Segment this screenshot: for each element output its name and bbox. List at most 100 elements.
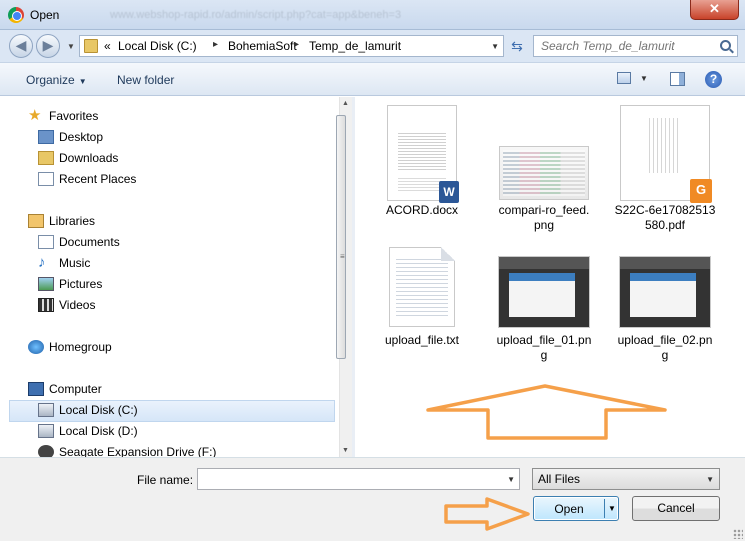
arrow-left-icon: ◀ [15,37,27,53]
file-item[interactable]: upload_file_02.pn g [610,247,720,377]
file-name-continued: png [533,218,555,232]
file-name-continued: g [661,348,669,362]
file-item[interactable]: upload_file.txt [367,247,477,357]
nav-item-desktop[interactable]: Desktop [38,128,238,148]
split-divider [604,499,605,518]
nav-item-homegroup[interactable]: Homegroup [28,338,228,358]
refresh-button[interactable]: ⇆ [506,35,528,57]
chevron-right-icon[interactable]: ▸ [294,39,299,50]
file-item[interactable]: compari-ro_feed. png [489,105,599,235]
screenshot-bar [620,257,710,269]
nav-item-libraries[interactable]: Libraries [28,212,228,232]
documents-icon [38,235,54,249]
file-name: upload_file_01.pn [496,333,592,347]
chevron-right-icon[interactable]: ▸ [213,39,218,50]
cancel-button[interactable]: Cancel [632,496,720,521]
file-item[interactable]: upload_file_01.pn g [489,247,599,377]
nav-item-videos[interactable]: Videos [38,296,238,316]
downloads-folder-icon [38,151,54,165]
nav-label: Music [59,256,91,270]
scroll-down-icon[interactable]: ▼ [342,447,349,454]
forward-button[interactable]: ▶ [36,34,60,58]
page-fold-icon [441,247,455,261]
view-options-dropdown[interactable]: ▼ [640,74,648,83]
scrollbar-thumb[interactable]: ≡ [336,115,346,359]
search-input[interactable] [534,36,714,56]
breadcrumb-local-disk[interactable]: Local Disk (C:) [118,39,197,53]
nav-item-pictures[interactable]: Pictures [38,275,238,295]
nav-label: Computer [49,382,102,396]
breadcrumb-bohemiasoft[interactable]: BohemiaSoft [228,39,297,53]
preview-pane-icon[interactable] [670,72,685,86]
search-box[interactable] [533,35,738,57]
computer-icon [28,382,44,396]
file-item[interactable]: G S22C-6e17082513 580.pdf [610,105,720,235]
chrome-icon [8,7,24,23]
code-preview [503,150,585,196]
file-name-combobox[interactable]: ▼ [197,468,520,490]
nav-label: Pictures [59,277,103,291]
nav-item-computer[interactable]: Computer [28,380,228,400]
scroll-up-icon[interactable]: ▲ [342,100,349,107]
nav-item-local-disk-c[interactable]: Local Disk (C:) [9,400,335,422]
disk-icon [38,403,54,417]
document-text-preview [398,131,446,171]
file-name: S22C-6e17082513 [614,203,716,217]
back-button[interactable]: ◀ [9,34,33,58]
navigation-pane: ★ Favorites Desktop Downloads Recent Pla… [8,97,351,457]
nav-label: Local Disk (D:) [59,424,138,438]
chevron-down-icon[interactable]: ▼ [507,475,515,484]
image-thumbnail [499,146,589,200]
nav-label: Libraries [49,214,96,228]
pane-splitter[interactable] [352,97,355,457]
nav-item-documents[interactable]: Documents [38,233,238,253]
pictures-icon [38,277,54,291]
close-button[interactable]: ✕ [690,0,739,20]
file-type-value: All Files [538,472,581,486]
disk-icon [38,424,54,438]
nav-item-recent-places[interactable]: Recent Places [38,170,238,190]
nav-label: Downloads [59,151,119,165]
address-row: ◀ ▶ ▼ « Local Disk (C:) ▸ BohemiaSoft ▸ … [0,30,745,62]
image-thumbnail [619,256,711,328]
nav-item-local-disk-d[interactable]: Local Disk (D:) [38,422,238,442]
file-name: upload_file_02.pn [617,333,713,347]
file-name: ACORD.docx [385,203,459,217]
recent-locations-dropdown[interactable]: ▼ [67,42,75,51]
organize-button[interactable]: Organize ▼ [26,73,87,87]
nav-item-music[interactable]: ♪ Music [38,254,238,274]
address-bar[interactable]: « Local Disk (C:) ▸ BohemiaSoft ▸ Temp_d… [79,35,504,57]
search-icon[interactable] [720,40,731,51]
resize-grip[interactable] [733,529,743,539]
breadcrumb-temp-de-lamurit[interactable]: Temp_de_lamurit [309,39,401,53]
desktop-icon [38,130,54,144]
open-button[interactable]: Open ▼ [533,496,619,521]
word-icon: W [439,181,459,203]
open-button-label: Open [554,502,584,516]
nav-item-seagate-drive[interactable]: Seagate Expansion Drive (F:) [38,443,338,457]
screenshot-header [630,273,696,281]
pdf-text-preview [649,118,679,173]
nav-item-downloads[interactable]: Downloads [38,149,238,169]
arrow-right-icon: ▶ [42,37,54,53]
file-name-input[interactable] [198,469,498,489]
breadcrumb-overflow[interactable]: « [104,39,111,53]
homegroup-icon [28,340,44,354]
file-name-continued: 580.pdf [644,218,686,232]
external-drive-icon [38,445,54,457]
nav-label: Favorites [49,109,99,123]
file-item[interactable]: W ACORD.docx [367,105,477,220]
new-folder-button[interactable]: New folder [117,73,174,87]
music-icon: ♪ [38,254,46,271]
nav-scrollbar[interactable]: ▲ ≡ ▼ [336,97,352,457]
file-type-select[interactable]: All Files ▼ [532,468,720,490]
nav-label: Videos [59,298,96,312]
image-thumbnail [498,256,590,328]
help-icon[interactable]: ? [705,71,722,88]
open-options-dropdown[interactable]: ▼ [608,504,616,513]
nav-item-favorites[interactable]: ★ Favorites [28,107,228,127]
toolbar: Organize ▼ New folder ▼ ? [0,62,745,96]
nav-label: Homegroup [49,340,112,354]
change-view-icon[interactable] [617,72,631,84]
chevron-down-icon[interactable]: ▼ [491,42,499,51]
